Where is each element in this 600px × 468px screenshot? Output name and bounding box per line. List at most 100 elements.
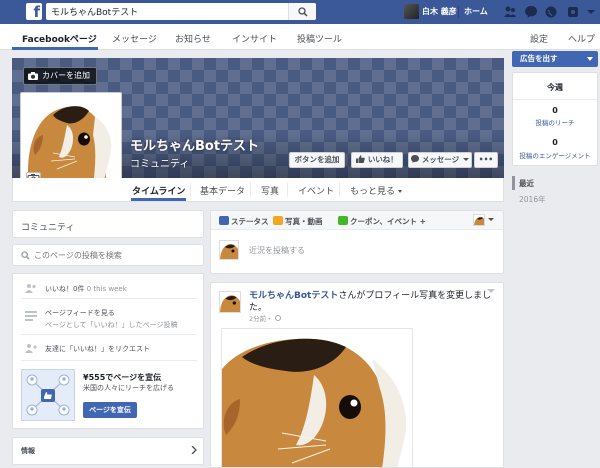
engagement-link[interactable]: 投稿のエンゲージメント: [513, 150, 597, 160]
tab-more-label: もっと見る: [350, 187, 396, 197]
search-icon: [21, 251, 30, 260]
message-button[interactable]: メッセージ: [408, 152, 472, 168]
post-author-link[interactable]: モルちゃんBotテスト: [249, 291, 338, 301]
notifications-globe-icon[interactable]: [544, 5, 558, 19]
guinea-pig-large-illustration: [222, 329, 412, 467]
post-headline: モルちゃんBotテストさんがプロフィール写真を変更しました。: [249, 290, 499, 314]
page-feed-link[interactable]: ページフィードを見る: [45, 308, 115, 318]
community-label: コミュニティ: [21, 223, 75, 233]
thumbs-up-icon: [356, 155, 366, 163]
divider: [287, 182, 288, 197]
tab-timeline[interactable]: タイムライン: [132, 184, 185, 197]
nav-insights[interactable]: インサイト: [232, 32, 277, 45]
account-menu-icon[interactable]: [586, 5, 596, 19]
page-feed-sub: ページとして「いいね！」したページ投稿: [45, 321, 178, 329]
chevron-down-icon: [587, 57, 593, 61]
promote-section: ¥555でページを宣伝 米国の人々にリーチを広げる ページを宣伝: [13, 364, 203, 428]
user-avatar[interactable]: [404, 4, 419, 19]
message-label: メッセージ: [421, 155, 460, 164]
composer-tab-offer-event[interactable]: クーポン、イベント +: [338, 216, 426, 227]
search-input[interactable]: [46, 3, 286, 20]
more-options-button[interactable]: •••: [474, 152, 498, 168]
tab-more[interactable]: もっと見る: [350, 184, 402, 197]
home-link[interactable]: ホーム: [464, 6, 488, 17]
divider: [458, 6, 459, 18]
composer-input[interactable]: 近況を投稿する: [249, 245, 305, 256]
messages-icon[interactable]: [524, 5, 538, 19]
likes-week: 0 this week: [86, 285, 127, 293]
invite-friends-link[interactable]: 友達に「いいね！」をリクエスト: [45, 344, 150, 354]
composer-tab-photo-video[interactable]: 写真・動画: [273, 216, 323, 227]
timeline-recent[interactable]: 最近: [519, 178, 534, 189]
people-icon: [25, 284, 36, 293]
top-bar: f 白木 義彦 ホーム: [0, 0, 600, 24]
photo-video-label: 写真・動画: [285, 217, 323, 226]
page-admin-nav: Facebookページ メッセージ お知らせ インサイト 投稿ツール 設定 ヘル…: [0, 24, 600, 50]
post-photo[interactable]: [221, 328, 413, 467]
page-search-input[interactable]: [34, 247, 199, 263]
composer-tab-status[interactable]: ステータス: [219, 216, 269, 227]
likes-count: いいね！0件: [45, 285, 85, 293]
reach-value: 0: [552, 106, 558, 115]
offer-event-label: クーポン、イベント +: [350, 217, 426, 226]
info-label: 情報: [21, 447, 35, 455]
add-cover-label: カバーを追加: [42, 71, 90, 80]
divider: [21, 334, 197, 335]
search-button[interactable]: [288, 3, 316, 20]
user-name-link[interactable]: 白木 義彦: [422, 6, 457, 17]
post-author-avatar[interactable]: [219, 291, 241, 313]
reach-link[interactable]: 投稿のリーチ: [513, 117, 597, 127]
tab-photos[interactable]: 写真: [261, 184, 279, 197]
engagement-value: 0: [552, 138, 558, 147]
page-category: コミュニティ: [130, 159, 190, 170]
friend-requests-icon[interactable]: [503, 5, 517, 19]
post-options-chevron-icon[interactable]: [487, 289, 495, 293]
divider: [250, 182, 251, 197]
timeline-year[interactable]: 2016年: [519, 194, 546, 205]
search-icon: [298, 7, 308, 17]
info-card[interactable]: 情報: [12, 437, 204, 465]
like-button[interactable]: いいね！: [351, 152, 403, 168]
nav-facebook-page[interactable]: Facebookページ: [22, 32, 97, 45]
post-as-avatar[interactable]: [473, 214, 485, 226]
guinea-pig-photo: [23, 95, 119, 187]
post-time-text: 2分前・: [249, 315, 273, 323]
weekly-stats-card: 今週 0 投稿のリーチ 0 投稿のエンゲージメント: [512, 72, 598, 166]
add-button-button[interactable]: ボタンを追加: [289, 152, 345, 168]
status-label: ステータス: [231, 217, 269, 226]
search-box: [46, 3, 316, 20]
privacy-shortcuts-icon[interactable]: [566, 5, 580, 19]
nav-settings[interactable]: 設定: [530, 32, 548, 45]
post-timestamp[interactable]: 2分前・: [249, 313, 281, 323]
post-card: モルちゃんBotテストさんがプロフィール写真を変更しました。 2分前・: [210, 282, 504, 468]
like-label: いいね！: [367, 155, 398, 164]
nav-help[interactable]: ヘルプ: [568, 32, 595, 45]
likes-row[interactable]: いいね！0件 0 this week: [45, 284, 127, 294]
current-period-indicator: [512, 176, 515, 190]
nav-publishing-tools[interactable]: 投稿ツール: [297, 32, 342, 45]
tab-about[interactable]: 基本データ: [200, 184, 245, 197]
photo-icon: [273, 216, 283, 225]
tab-events[interactable]: イベント: [298, 184, 334, 197]
weekly-stats-title: 今週: [547, 83, 563, 92]
nav-notifications[interactable]: お知らせ: [175, 32, 211, 45]
divider: [21, 360, 197, 361]
nav-messages[interactable]: メッセージ: [112, 32, 157, 45]
chevron-down-icon[interactable]: [488, 218, 494, 221]
tab-more-caret: [397, 190, 402, 193]
add-cover-button[interactable]: カバーを追加: [23, 67, 97, 85]
create-ad-button[interactable]: 広告を出す: [512, 51, 598, 67]
page-search-card: [12, 244, 204, 266]
composer-avatar: [219, 240, 239, 260]
message-dropdown-caret: [462, 158, 469, 161]
community-card[interactable]: コミュニティ: [12, 210, 204, 238]
chevron-right-icon: [191, 446, 197, 454]
promote-page-button[interactable]: ページを宣伝: [83, 402, 137, 418]
page-title[interactable]: モルちゃんBotテスト: [130, 135, 259, 154]
facebook-logo[interactable]: f: [26, 3, 42, 20]
profile-picture[interactable]: [20, 92, 122, 190]
page-tabs: タイムライン 基本データ 写真 イベント もっと見る: [12, 178, 504, 202]
divider: [190, 182, 191, 197]
offer-icon: [338, 216, 348, 225]
feed-icon: [25, 311, 37, 321]
